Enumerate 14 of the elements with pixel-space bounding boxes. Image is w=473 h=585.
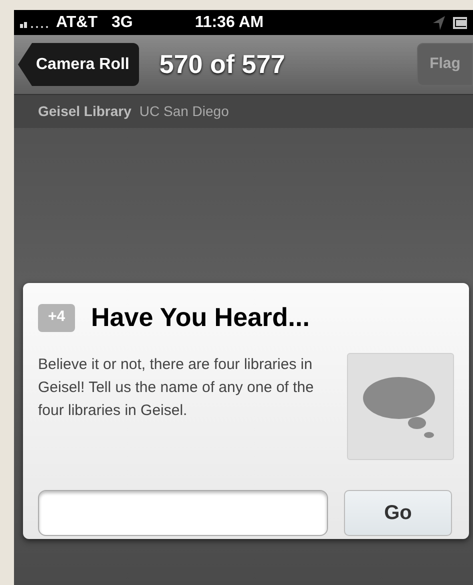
photo-counter-title: 570 of 577 [159, 48, 286, 81]
answer-input-field[interactable] [38, 490, 328, 536]
carrier-label: AT&T [56, 12, 98, 32]
camera-roll-back-button[interactable]: Camera Roll [18, 43, 140, 86]
clock-time: 11:36 AM [194, 12, 264, 32]
area-name: UC San Diego [139, 102, 229, 121]
network-label: 3G [111, 12, 133, 32]
location-arrow-icon [433, 16, 445, 30]
points-badge: +4 [38, 304, 75, 332]
battery-icon [453, 16, 467, 30]
card-title: Have You Heard... [91, 301, 310, 334]
place-name: Geisel Library [38, 102, 132, 121]
question-text: Believe it or not, there are four libraries in Geisel! Tell us the name of any one of the four libraries in Geisel. [38, 355, 315, 421]
go-button[interactable]: Go [344, 490, 452, 536]
